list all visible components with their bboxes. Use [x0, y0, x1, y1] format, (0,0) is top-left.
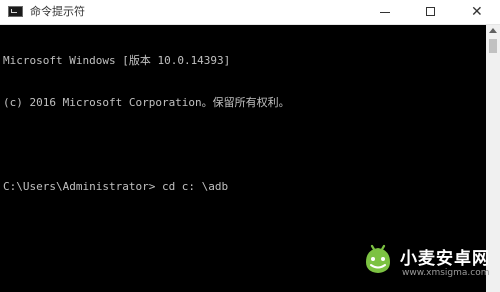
- console-prompt-text: C:\Users\Administrator> cd c: \adb: [3, 180, 229, 193]
- minimize-button[interactable]: [362, 0, 408, 24]
- watermark-logo-icon: [366, 244, 390, 273]
- watermark: 小麦安卓网 www.xmsigma.com: [360, 238, 496, 288]
- maximize-icon: [426, 7, 435, 16]
- title-bar[interactable]: 命令提示符 ✕: [0, 0, 500, 25]
- command-prompt-window: 命令提示符 ✕ Microsoft Windows [版本 10.0.14393…: [0, 0, 500, 292]
- scroll-up-arrow-icon[interactable]: [489, 28, 497, 33]
- watermark-title: 小麦安卓网: [400, 249, 490, 269]
- close-icon: ✕: [471, 4, 483, 20]
- close-button[interactable]: ✕: [454, 0, 500, 24]
- minimize-icon: [380, 12, 390, 13]
- scroll-thumb[interactable]: [489, 39, 497, 53]
- console-prompt-line[interactable]: C:\Users\Administrator> cd c: \adb: [3, 180, 486, 194]
- maximize-button[interactable]: [408, 0, 454, 24]
- console-line: (c) 2016 Microsoft Corporation。保留所有权利。: [3, 96, 290, 109]
- window-title: 命令提示符: [30, 5, 85, 18]
- watermark-url: www.xmsigma.com: [402, 268, 490, 278]
- console-line: Microsoft Windows [版本 10.0.14393]: [3, 54, 231, 67]
- cmd-icon[interactable]: [8, 6, 23, 17]
